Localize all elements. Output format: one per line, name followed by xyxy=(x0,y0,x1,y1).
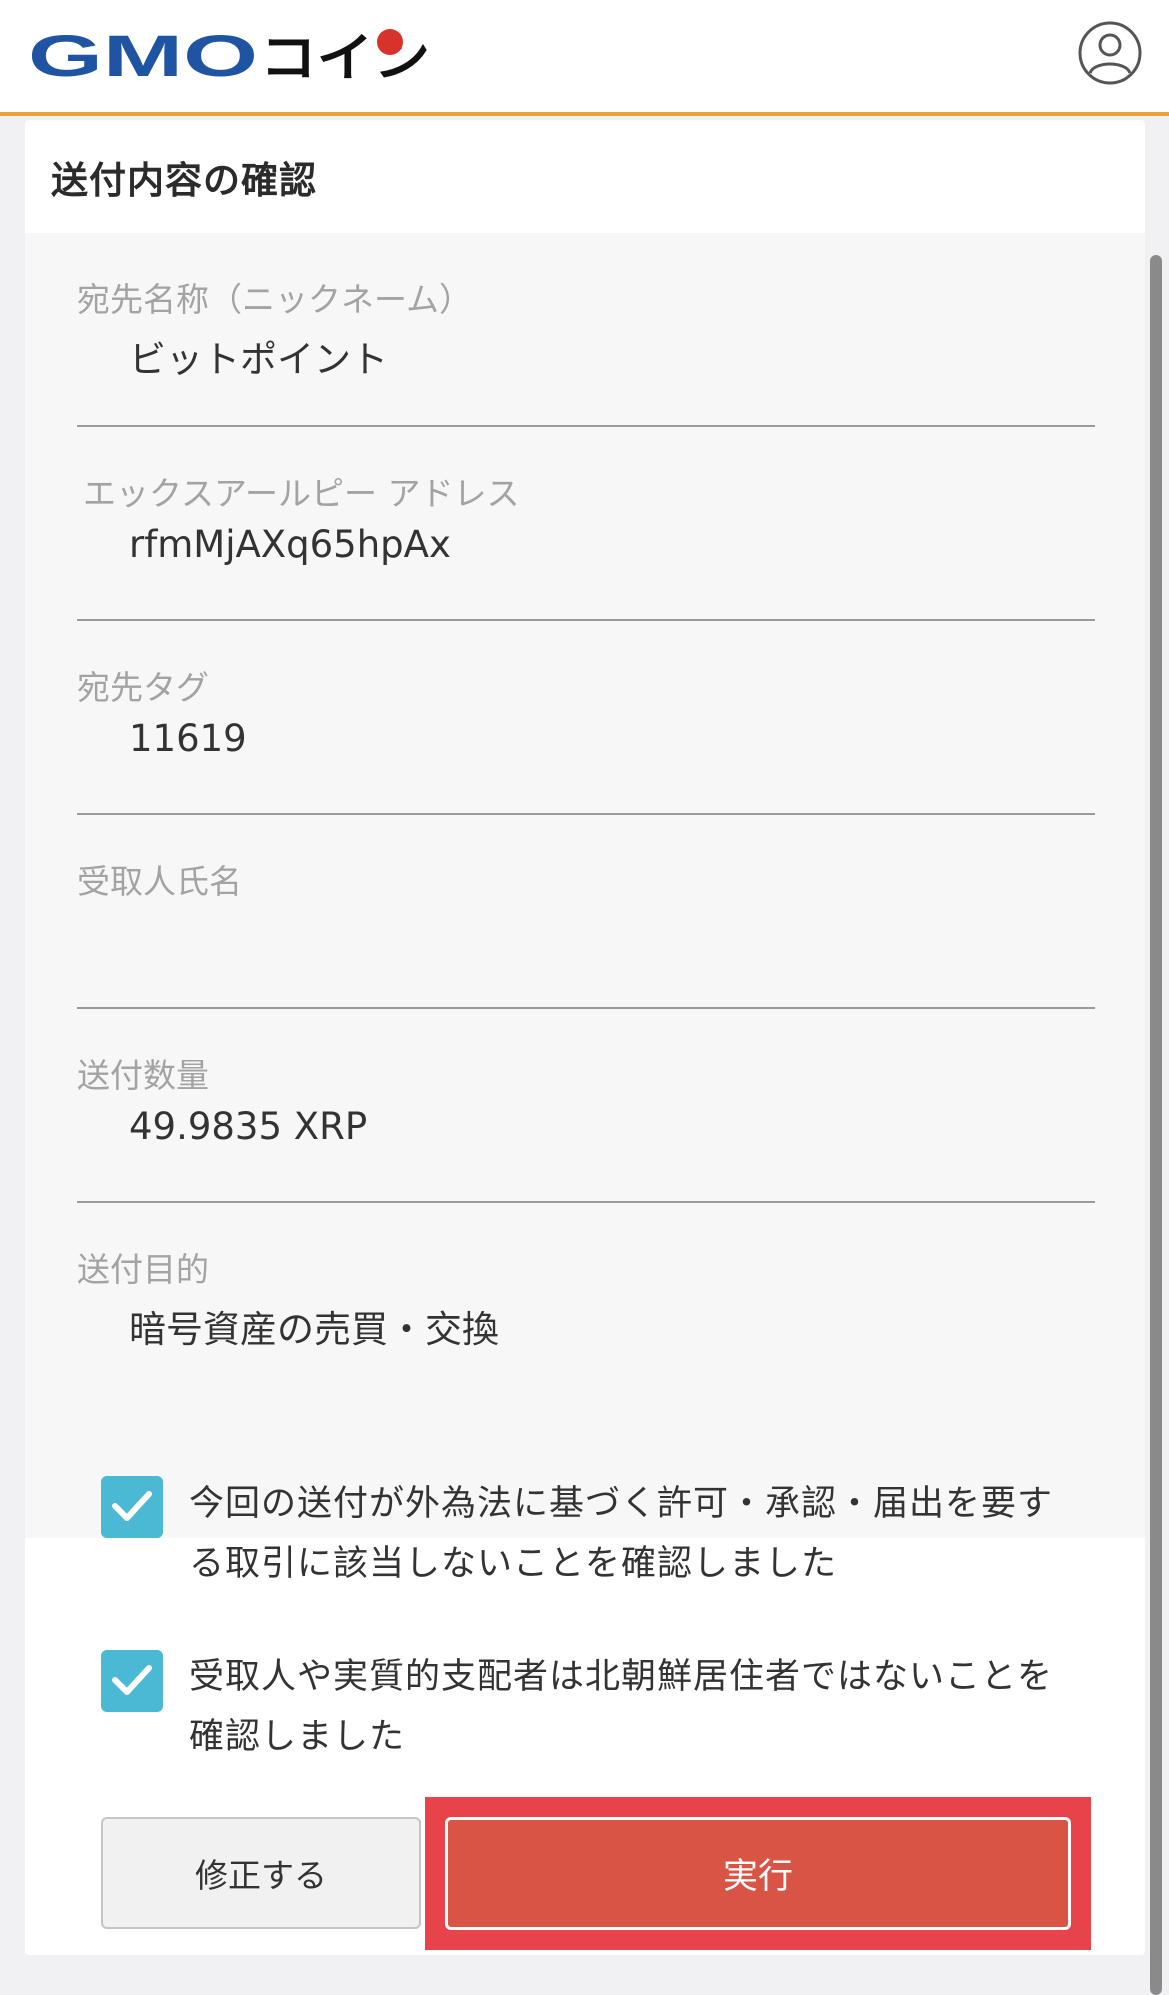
field-label: 送付目的 xyxy=(77,1250,209,1289)
execute-button[interactable]: 実行 xyxy=(445,1817,1071,1930)
user-account-icon[interactable] xyxy=(1078,21,1142,85)
field-transfer-purpose: 送付目的 暗号資産の売買・交換 xyxy=(77,1203,1095,1397)
svg-text:GMO: GMO xyxy=(28,26,258,82)
gmo-coin-logo[interactable]: GMO コイン xyxy=(28,26,438,82)
field-value: ビットポイント xyxy=(129,338,388,381)
checkmark-icon xyxy=(112,1491,152,1521)
field-label: エックスアールピー アドレス xyxy=(83,474,520,513)
scrollbar[interactable] xyxy=(1150,255,1162,1995)
checkmark-icon xyxy=(112,1665,152,1695)
page-title: 送付内容の確認 xyxy=(51,159,317,202)
field-recipient-nickname: 宛先名称（ニックネーム） ビットポイント xyxy=(77,233,1095,427)
forex-law-checkbox[interactable] xyxy=(101,1476,163,1538)
app-header: GMO コイン xyxy=(0,0,1169,116)
execute-button-highlight: 実行 xyxy=(425,1797,1091,1950)
forex-law-confirmation-text[interactable]: 今回の送付が外為法に基づく許可・承認・届出を要する取引に該当しないことを確認しま… xyxy=(189,1474,1069,1594)
field-label: 送付数量 xyxy=(77,1056,209,1095)
field-transfer-amount: 送付数量 49.9835 XRP xyxy=(77,1009,1095,1203)
transfer-confirmation-card: 送付内容の確認 宛先名称（ニックネーム） ビットポイント エックスアールピー ア… xyxy=(25,120,1145,1955)
transfer-details: 宛先名称（ニックネーム） ビットポイント エックスアールピー アドレス rfmM… xyxy=(25,233,1145,1538)
field-label: 宛先名称（ニックネーム） xyxy=(77,280,473,319)
north-korea-confirmation-text[interactable]: 受取人や実質的支配者は北朝鮮居住者ではないことを確認しました xyxy=(189,1647,1069,1767)
field-value: 暗号資産の売買・交換 xyxy=(129,1308,499,1351)
field-value: rfmMjAXq65hpAx xyxy=(129,523,451,566)
field-destination-tag: 宛先タグ 11619 xyxy=(77,621,1095,815)
field-label: 宛先タグ xyxy=(77,668,209,707)
field-xrp-address: エックスアールピー アドレス rfmMjAXq65hpAx xyxy=(77,427,1095,621)
edit-button[interactable]: 修正する xyxy=(101,1817,421,1929)
field-recipient-name: 受取人氏名 xyxy=(77,815,1095,1009)
svg-text:コイン: コイン xyxy=(260,29,430,82)
field-label: 受取人氏名 xyxy=(77,862,242,901)
field-value: 11619 xyxy=(129,717,247,760)
north-korea-checkbox[interactable] xyxy=(101,1650,163,1712)
field-value: 49.9835 XRP xyxy=(129,1105,368,1148)
